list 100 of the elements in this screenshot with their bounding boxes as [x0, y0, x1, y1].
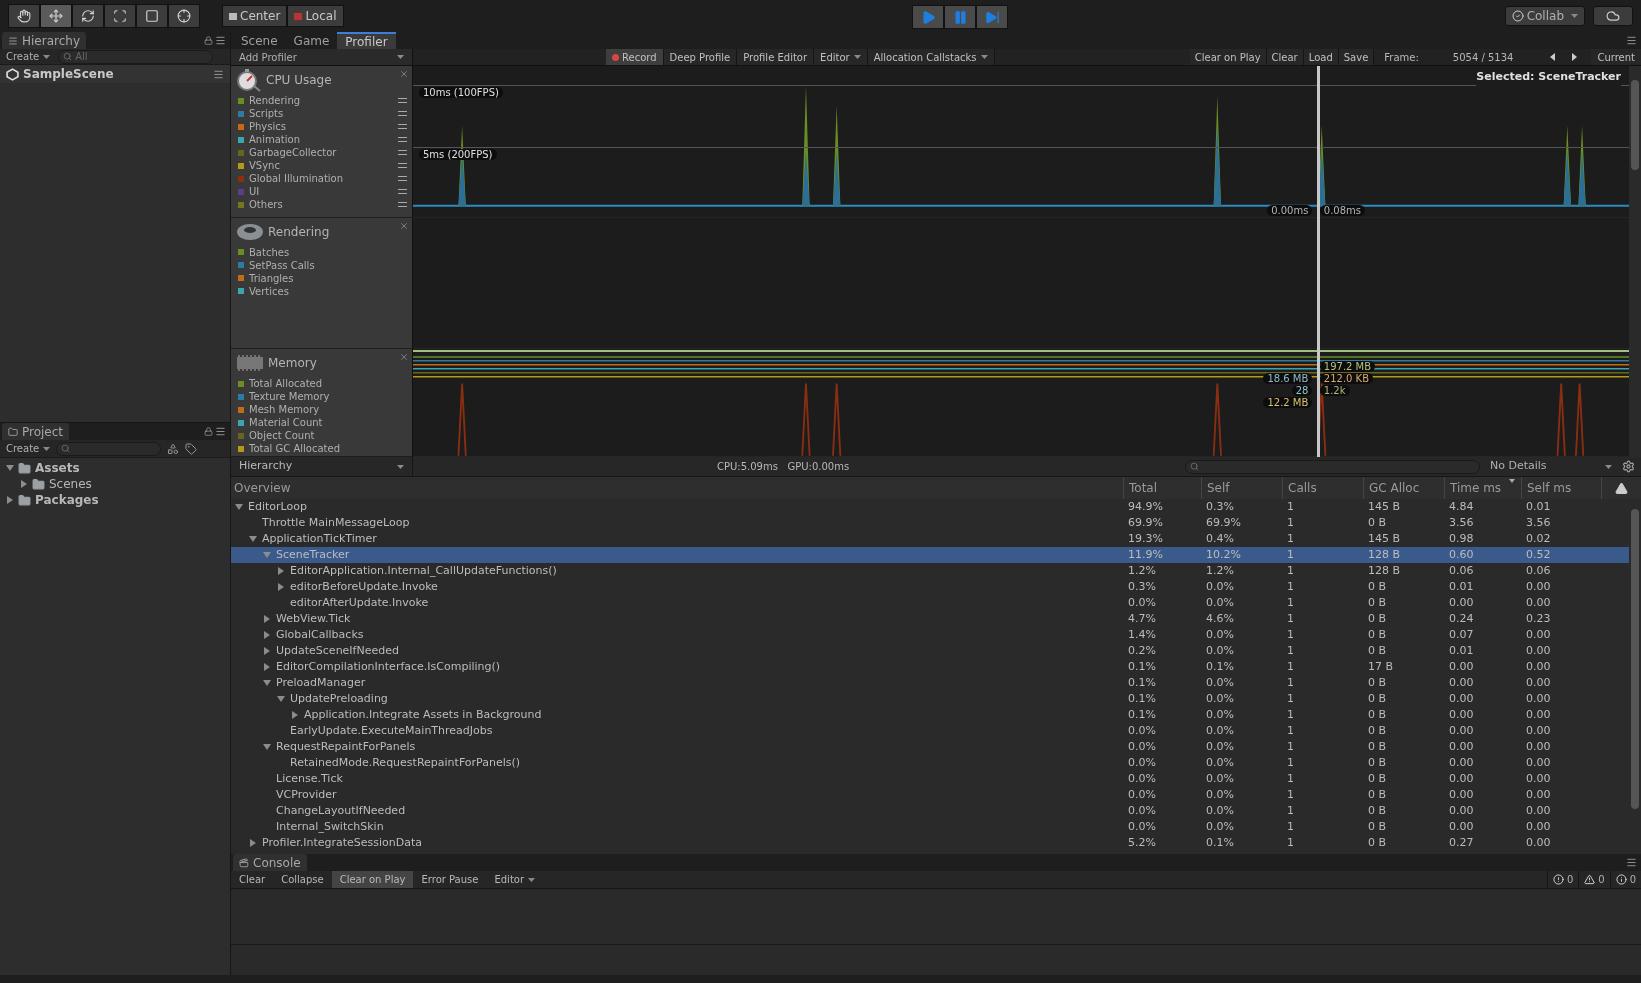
lock-icon[interactable]	[204, 36, 213, 45]
pause-button[interactable]	[944, 5, 976, 29]
legend-label[interactable]: Vertices	[249, 283, 289, 299]
filter-type-icon[interactable]	[167, 442, 180, 455]
pivot-button[interactable]: Local	[287, 5, 344, 27]
toolbar-toggle[interactable]: Deep Profile	[663, 49, 738, 65]
close-icon[interactable]	[399, 220, 409, 231]
settings-icon[interactable]	[1622, 460, 1635, 473]
folder-item[interactable]: Packages	[35, 491, 99, 509]
folder-item[interactable]: Assets	[35, 459, 80, 477]
tool-button[interactable]	[72, 4, 104, 28]
toolbar-toggle[interactable]: Record	[606, 49, 664, 65]
tool-button[interactable]	[168, 4, 200, 28]
legend-label[interactable]: Material Count	[249, 415, 323, 431]
search-field[interactable]: All	[58, 49, 214, 64]
tree-row[interactable]: ApplicationTickTimer 19.3% 0.4% 1 145 B 0.98 0.02	[231, 531, 1629, 547]
collapsed-arrow-icon[interactable]	[249, 839, 257, 847]
tree-row[interactable]: RetainedMode.RequestRepaintForPanels() 0.0% 0.0% 1 0 B 0.00 0.00	[231, 755, 1629, 771]
legend-label[interactable]: GarbageCollector	[249, 145, 337, 160]
step-button[interactable]	[976, 5, 1008, 29]
legend-label[interactable]: Global Illumination	[249, 171, 344, 186]
panel-menu-icon[interactable]	[215, 426, 226, 437]
tree-row[interactable]: editorBeforeUpdate.Invoke 0.3% 0.0% 1 0 B 0.01 0.00	[231, 579, 1629, 595]
legend-label[interactable]: Total Allocated	[249, 376, 323, 392]
expanded-arrow-icon[interactable]	[6, 464, 14, 472]
module-panel[interactable]: CPU Usage Rendering Scripts Physics Animation GarbageCollector VSync Global Illumination UI Others	[231, 66, 412, 218]
view-dropdown[interactable]: Hierarchy	[231, 457, 413, 476]
legend-label[interactable]: UI	[249, 184, 260, 199]
panel-menu-icon[interactable]	[215, 35, 226, 46]
tree-row[interactable]: EditorLoop 94.9% 0.3% 1 145 B 4.84 0.01	[231, 499, 1629, 515]
column-header[interactable]: Self	[1201, 477, 1282, 499]
collapsed-arrow-icon[interactable]	[6, 496, 14, 504]
collab-button[interactable]: Collab	[1504, 6, 1585, 26]
tree-row[interactable]: WebView.Tick 4.7% 4.6% 1 0 B 0.24 0.23	[231, 611, 1629, 627]
lock-icon[interactable]	[204, 427, 213, 436]
toolbar-dropdown[interactable]: Editor	[814, 49, 868, 65]
toolbar-button[interactable]: Clear	[1266, 49, 1304, 65]
panel-tab[interactable]: Project	[2, 423, 70, 440]
tree-row[interactable]: ChangeLayoutIfNeeded 0.0% 0.0% 1 0 B 0.00 0.00	[231, 803, 1629, 819]
legend-label[interactable]: Total GC Allocated	[249, 441, 340, 457]
tool-button[interactable]	[104, 4, 136, 28]
toolbar-button[interactable]: Load	[1303, 49, 1339, 65]
column-header[interactable]: Overview	[231, 477, 1123, 499]
panel-menu-icon[interactable]	[1626, 857, 1637, 868]
expanded-arrow-icon[interactable]	[249, 535, 257, 543]
console-button[interactable]: Error Pause	[413, 871, 487, 888]
console-button[interactable]: Clear on Play	[331, 871, 414, 888]
current-frame-button[interactable]: Current	[1591, 49, 1641, 65]
search-field[interactable]	[1185, 459, 1480, 474]
collapsed-arrow-icon[interactable]	[263, 615, 271, 623]
tree-row[interactable]: Application.Integrate Assets in Background 0.1% 0.0% 1 0 B 0.00 0.00	[231, 707, 1629, 723]
editor-tab[interactable]: Game	[285, 32, 338, 49]
tool-button[interactable]	[136, 4, 168, 28]
tree-row[interactable]: SceneTracker 11.9% 10.2% 1 128 B 0.60 0.52	[231, 547, 1629, 563]
tool-button[interactable]	[8, 4, 40, 28]
toolbar-toggle[interactable]: Profile Editor	[737, 49, 815, 65]
legend-label[interactable]: Batches	[249, 244, 290, 260]
console-dropdown[interactable]: Editor	[486, 871, 544, 888]
column-header[interactable]: Time ms	[1444, 477, 1521, 499]
scrollbar[interactable]	[1629, 66, 1641, 457]
legend-label[interactable]: SetPass Calls	[249, 257, 315, 273]
log-count-toggle[interactable]: 0	[1578, 870, 1610, 889]
console-button[interactable]: Collapse	[273, 871, 332, 888]
expanded-arrow-icon[interactable]	[277, 695, 285, 703]
tree-row[interactable]: Throttle MainMessageLoop 69.9% 69.9% 1 0 B 3.56 3.56	[231, 515, 1629, 531]
tool-button[interactable]	[40, 4, 72, 28]
legend-label[interactable]: Texture Memory	[249, 389, 330, 405]
legend-label[interactable]: VSync	[249, 158, 280, 173]
collapsed-arrow-icon[interactable]	[263, 663, 271, 671]
panel-tab[interactable]: Hierarchy	[2, 32, 86, 49]
collapsed-arrow-icon[interactable]	[20, 480, 28, 488]
module-panel[interactable]: Memory Total Allocated Texture Memory Mesh Memory Material Count Object Count Total GC Allocated	[231, 349, 412, 457]
legend-label[interactable]: Animation	[249, 132, 300, 147]
close-icon[interactable]	[399, 352, 409, 363]
tree-row[interactable]: Profiler.IntegrateSessionData 5.2% 0.1% 1 0 B 0.27 0.00	[231, 835, 1629, 851]
details-dropdown[interactable]: No Details	[1486, 458, 1616, 475]
legend-label[interactable]: Rendering	[249, 93, 301, 108]
tree-row[interactable]: PreloadManager 0.1% 0.0% 1 0 B 0.00 0.00	[231, 675, 1629, 691]
tree-row[interactable]: GlobalCallbacks 1.4% 0.0% 1 0 B 0.07 0.00	[231, 627, 1629, 643]
collapsed-arrow-icon[interactable]	[263, 631, 271, 639]
collapsed-arrow-icon[interactable]	[277, 583, 285, 591]
toolbar-dropdown[interactable]: Allocation Callstacks	[867, 49, 995, 65]
tree-row[interactable]: License.Tick 0.0% 0.0% 1 0 B 0.00 0.00	[231, 771, 1629, 787]
collapsed-arrow-icon[interactable]	[277, 567, 285, 575]
expanded-arrow-icon[interactable]	[263, 679, 271, 687]
column-header[interactable]: Self ms	[1521, 477, 1601, 499]
console-button[interactable]: Clear	[231, 871, 274, 888]
play-button[interactable]	[912, 5, 944, 29]
legend-label[interactable]: Physics	[249, 119, 286, 134]
collapsed-arrow-icon[interactable]	[263, 647, 271, 655]
module-panel[interactable]: Rendering Batches SetPass Calls Triangles Vertices	[231, 217, 412, 350]
panel-menu-icon[interactable]	[1626, 35, 1637, 46]
column-header[interactable]: GC Alloc	[1363, 477, 1444, 499]
toolbar-button[interactable]: Clear on Play	[1189, 49, 1267, 65]
legend-label[interactable]: Triangles	[249, 270, 294, 286]
label-icon[interactable]	[185, 442, 198, 455]
tree-row[interactable]: EditorCompilationInterface.IsCompiling() 0.1% 0.1% 1 17 B 0.00 0.00	[231, 659, 1629, 675]
tree-row[interactable]: editorAfterUpdate.Invoke 0.0% 0.0% 1 0 B 0.00 0.00	[231, 595, 1629, 611]
expanded-arrow-icon[interactable]	[263, 743, 271, 751]
editor-tab[interactable]: Scene	[233, 32, 286, 49]
